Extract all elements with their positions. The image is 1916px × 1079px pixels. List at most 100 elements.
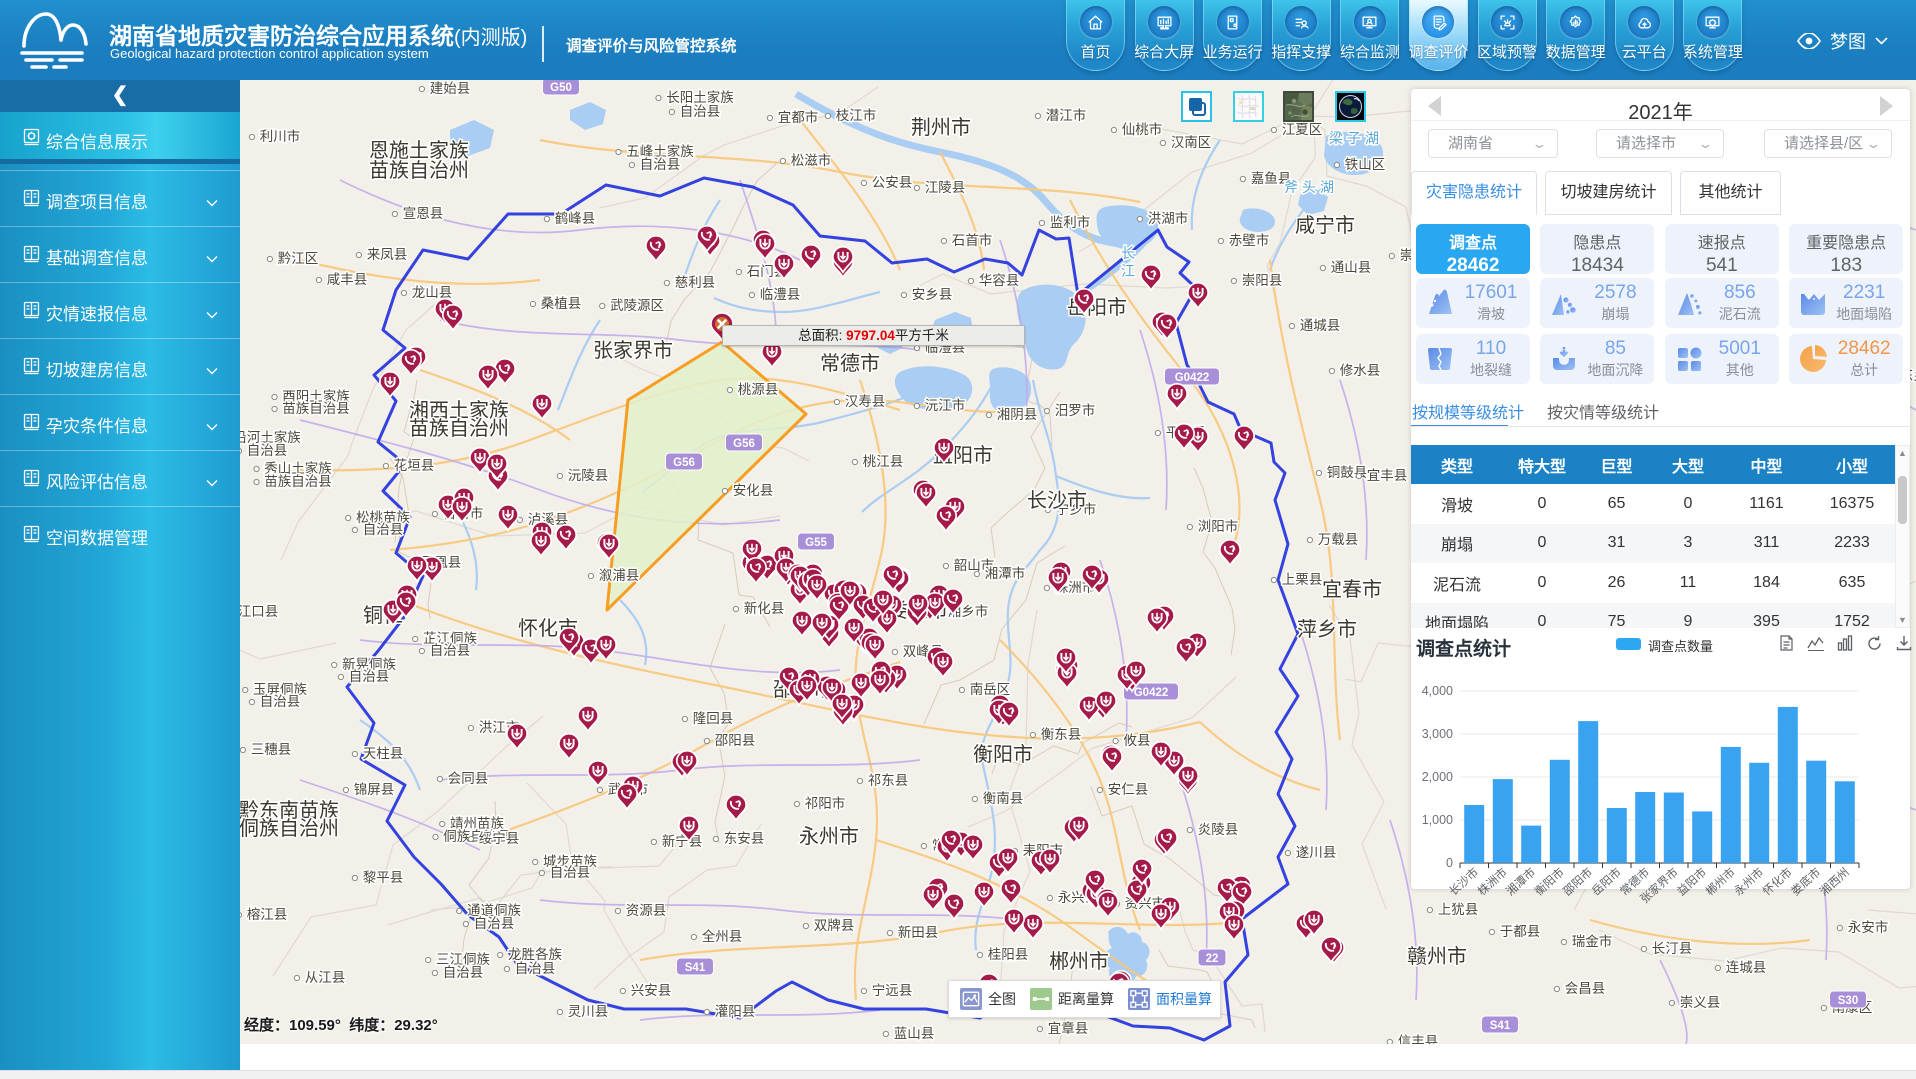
svg-text:自治县: 自治县	[474, 916, 515, 931]
svg-text:从江县: 从江县	[305, 970, 346, 985]
svg-text:修水县: 修水县	[1340, 363, 1381, 378]
svg-text:瑞金市: 瑞金市	[1572, 933, 1613, 949]
svg-text:江夏区: 江夏区	[1282, 122, 1323, 137]
svg-text:龙山县: 龙山县	[412, 285, 453, 300]
svg-text:来凤县: 来凤县	[367, 247, 408, 262]
svg-text:桃源县: 桃源县	[738, 382, 779, 397]
svg-text:资源县: 资源县	[626, 903, 667, 918]
svg-text:赣州市: 赣州市	[1407, 945, 1467, 968]
svg-text:会同县: 会同县	[448, 771, 489, 786]
svg-text:3,000: 3,000	[1422, 727, 1453, 741]
svg-text:郴州市: 郴州市	[1703, 865, 1738, 898]
svg-text:苗族自治州: 苗族自治州	[369, 159, 469, 182]
svg-text:自治县: 自治县	[430, 643, 471, 658]
svg-text:湘潭市: 湘潭市	[1503, 865, 1538, 898]
svg-text:S41: S41	[685, 962, 706, 974]
svg-text:锦屏县: 锦屏县	[354, 782, 395, 797]
svg-text:湘潭市: 湘潭市	[985, 565, 1026, 581]
svg-text:于都县: 于都县	[1500, 924, 1541, 939]
svg-text:自治县: 自治县	[680, 104, 721, 119]
svg-text:石首市: 石首市	[952, 232, 993, 248]
svg-text:浏阳市: 浏阳市	[1198, 518, 1239, 534]
svg-text:炎陵县: 炎陵县	[1198, 822, 1239, 837]
svg-text:江口县: 江口县	[240, 604, 278, 619]
svg-text:榕江县: 榕江县	[247, 907, 288, 922]
svg-text:永州市: 永州市	[799, 825, 859, 848]
svg-text:连城县: 连城县	[1726, 960, 1767, 975]
svg-text:上栗县: 上栗县	[1282, 572, 1323, 587]
svg-text:花垣县: 花垣县	[394, 458, 435, 473]
svg-text:侗族自治州: 侗族自治州	[240, 817, 339, 840]
svg-text:宜章县: 宜章县	[1048, 1020, 1089, 1036]
svg-text:利川市: 利川市	[260, 128, 301, 144]
svg-text:斧头湖: 斧头湖	[1284, 179, 1338, 195]
svg-text:信丰县: 信丰县	[1398, 1034, 1439, 1044]
svg-text:咸宁市: 咸宁市	[1295, 214, 1355, 237]
svg-text:崇义县: 崇义县	[1680, 995, 1721, 1010]
svg-text:自治县: 自治县	[247, 443, 288, 458]
svg-text:张家界市: 张家界市	[593, 339, 673, 362]
svg-text:铁山区: 铁山区	[1345, 157, 1386, 172]
svg-text:桑植县: 桑植县	[541, 296, 582, 311]
svg-text:赤壁市: 赤壁市	[1229, 232, 1270, 248]
svg-text:慈利县: 慈利县	[675, 275, 716, 290]
svg-text:湘阴县: 湘阴县	[997, 407, 1038, 422]
svg-text:鹤峰县: 鹤峰县	[555, 211, 596, 226]
svg-text:兴安县: 兴安县	[631, 983, 672, 998]
svg-text:仙桃市: 仙桃市	[1122, 121, 1163, 137]
svg-text:宜丰县: 宜丰县	[1367, 468, 1408, 483]
svg-text:崇阳县: 崇阳县	[1242, 273, 1283, 288]
svg-text:22: 22	[1206, 953, 1219, 965]
svg-text:常德市: 常德市	[820, 352, 880, 375]
svg-text:咸丰县: 咸丰县	[327, 272, 368, 287]
svg-text:祁阳市: 祁阳市	[805, 795, 846, 811]
svg-text:长阳土家族: 长阳土家族	[666, 89, 734, 105]
svg-text:邵阳县: 邵阳县	[715, 733, 756, 748]
svg-text:自治县: 自治县	[349, 669, 390, 684]
svg-text:衡东县: 衡东县	[1041, 727, 1082, 742]
svg-text:株洲市: 株洲市	[1475, 865, 1510, 898]
svg-text:灵川县: 灵川县	[568, 1004, 609, 1019]
svg-text:新化县: 新化县	[744, 601, 785, 616]
svg-text:全州县: 全州县	[702, 928, 743, 944]
svg-text:2,000: 2,000	[1422, 770, 1453, 784]
svg-text:华容县: 华容县	[979, 272, 1020, 288]
svg-text:黔江区: 黔江区	[278, 251, 319, 266]
svg-text:新田县: 新田县	[898, 925, 939, 940]
svg-text:恩施土家族: 恩施土家族	[369, 139, 469, 162]
svg-text:自治县: 自治县	[363, 522, 404, 537]
svg-text:宁远县: 宁远县	[872, 982, 913, 998]
svg-text:G56: G56	[673, 457, 695, 469]
svg-text:桃江县: 桃江县	[863, 454, 904, 469]
svg-text:G55: G55	[805, 537, 827, 549]
svg-text:G0422: G0422	[1175, 372, 1210, 384]
svg-text:岳阳市: 岳阳市	[1589, 865, 1624, 898]
svg-text:临澧县: 临澧县	[760, 287, 801, 302]
svg-text:桂阳县: 桂阳县	[988, 947, 1029, 962]
svg-text:萍乡市: 萍乡市	[1297, 618, 1357, 641]
svg-text:苗族自治州: 苗族自治州	[409, 417, 509, 440]
svg-text:溆浦县: 溆浦县	[599, 568, 640, 583]
svg-text:苗族自治县: 苗族自治县	[264, 474, 332, 489]
svg-text:沅陵县: 沅陵县	[568, 468, 609, 483]
svg-text:自治县: 自治县	[260, 694, 301, 709]
svg-text:汨罗市: 汨罗市	[1055, 402, 1096, 418]
svg-text:通山县: 通山县	[1331, 260, 1372, 275]
svg-text:江: 江	[1121, 263, 1139, 279]
svg-text:通城县: 通城县	[1300, 318, 1341, 333]
svg-text:安仁县: 安仁县	[1108, 782, 1149, 797]
svg-text:宜春市: 宜春市	[1322, 578, 1382, 601]
svg-text:安乡县: 安乡县	[912, 287, 953, 302]
svg-text:邵阳市: 邵阳市	[1560, 865, 1595, 898]
svg-text:S41: S41	[1490, 1020, 1511, 1032]
svg-text:建始县: 建始县	[430, 81, 471, 96]
svg-text:隆回县: 隆回县	[693, 711, 734, 726]
svg-text:益阳市: 益阳市	[1674, 865, 1709, 898]
svg-text:东安县: 东安县	[724, 831, 765, 846]
svg-text:宣恩县: 宣恩县	[403, 206, 444, 221]
svg-text:天柱县: 天柱县	[363, 746, 404, 761]
svg-text:江陵县: 江陵县	[925, 180, 966, 195]
svg-text:怀化市: 怀化市	[1760, 865, 1795, 898]
svg-text:武陵源区: 武陵源区	[610, 298, 664, 313]
svg-text:1,000: 1,000	[1422, 813, 1453, 827]
